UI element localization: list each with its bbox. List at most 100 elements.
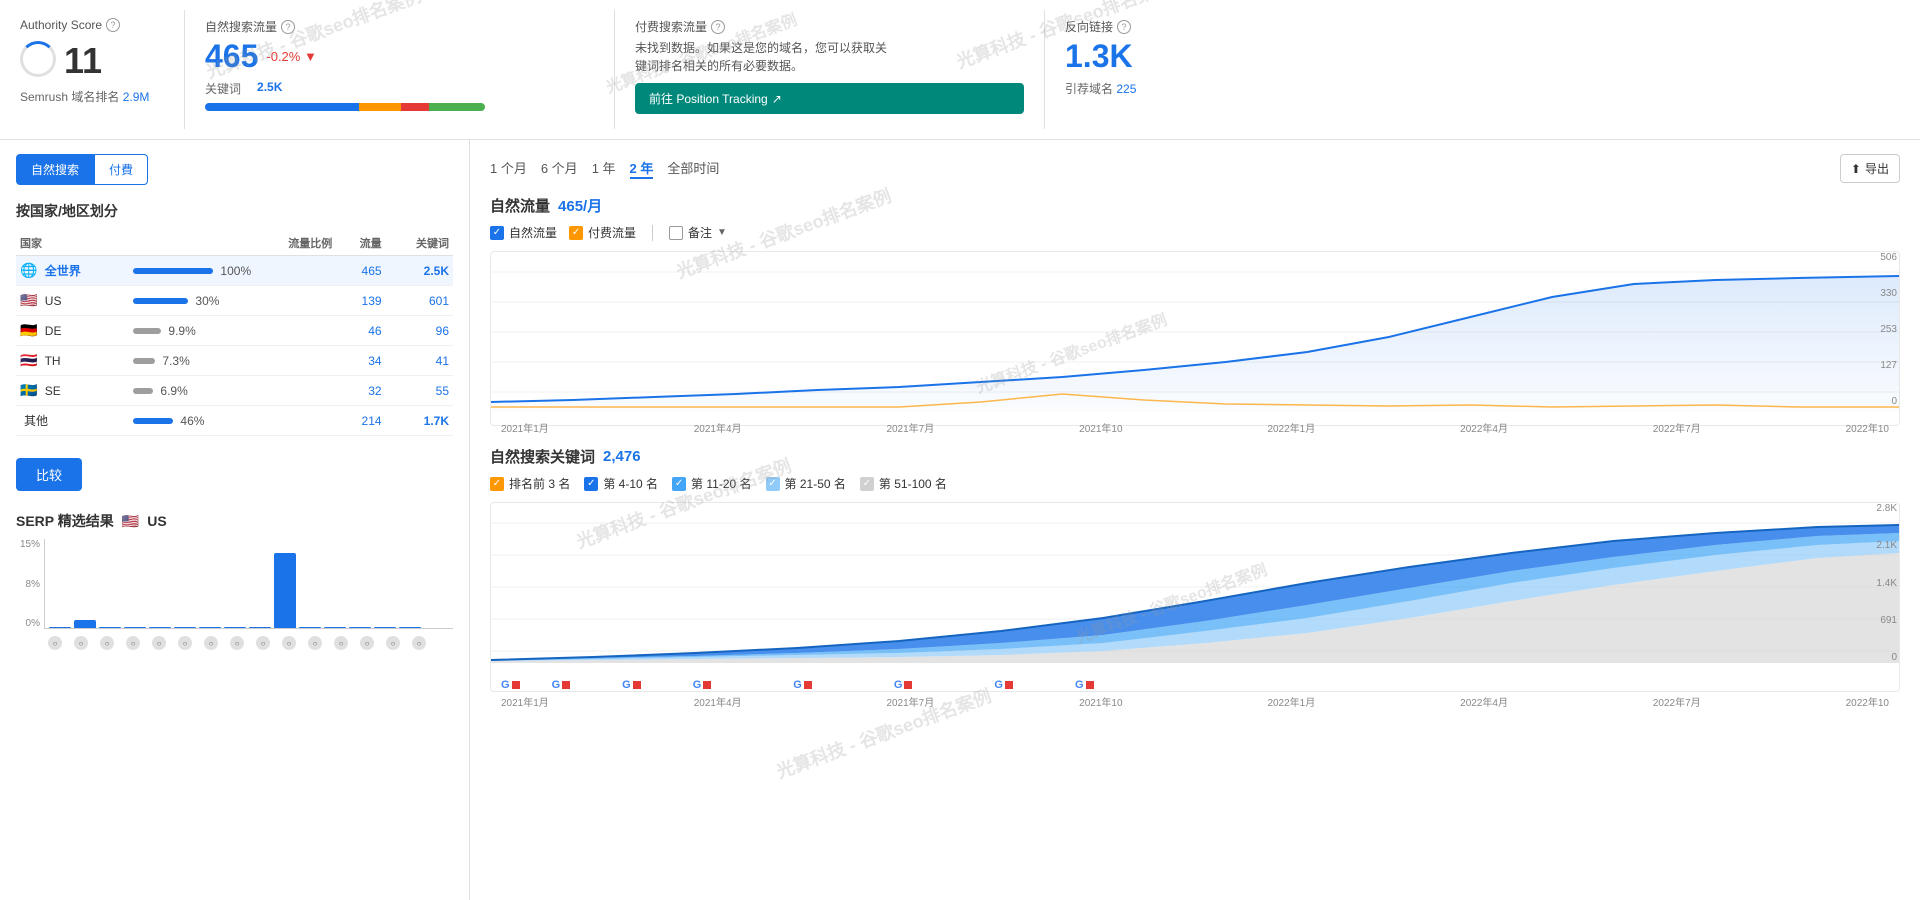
serp-icon: ○	[382, 635, 404, 651]
authority-circle	[20, 41, 56, 77]
metrics-bar: 光算科技 - 谷歌seo排名案例 光算科技 - 谷歌seo排名案例 光算科技 -…	[0, 0, 1920, 140]
legend-51-100-check: ✓	[860, 477, 874, 491]
serp-icon: ○	[278, 635, 300, 651]
tab-paid[interactable]: 付費	[94, 154, 148, 185]
serp-icon: ○	[330, 635, 352, 651]
serp-bar	[349, 627, 371, 628]
time-filter-row: 1 个月 6 个月 1 年 2 年 全部时间 ⬆ 导出	[490, 154, 1900, 183]
serp-icon: ○	[174, 635, 196, 651]
organic-keywords-link[interactable]: 2.5K	[257, 80, 282, 97]
legend-21-50[interactable]: ✓ 第 21-50 名	[766, 475, 846, 492]
legend-11-20-check: ✓	[672, 477, 686, 491]
organic-label: 自然搜索流量 ?	[205, 18, 594, 35]
legend-paid[interactable]: ✓ 付费流量	[569, 224, 636, 241]
time-btn-1m[interactable]: 1 个月	[490, 158, 527, 179]
serp-bars-container: ○○○○○○○○○○○○○○○	[44, 539, 453, 649]
country-table: 国家 流量比例 流量 关键词 🌐 全世界 100% 465 2.5K 🇺🇸	[16, 231, 453, 436]
backlinks-info-icon[interactable]: ?	[1117, 20, 1131, 34]
chart2-x-labels: 2021年1月 2021年4月 2021年7月 2021年10 2022年1月 …	[491, 694, 1899, 713]
organic-progress-bar	[205, 103, 485, 111]
serp-bar	[199, 627, 221, 628]
legend-paid-check: ✓	[569, 226, 583, 240]
time-buttons: 1 个月 6 个月 1 年 2 年 全部时间	[490, 158, 719, 179]
time-btn-all[interactable]: 全部时间	[667, 158, 719, 179]
organic-change: -0.2% ▼	[266, 49, 316, 64]
paid-info-icon[interactable]: ?	[711, 20, 725, 34]
serp-icon: ○	[122, 635, 144, 651]
legend-notes-check	[669, 226, 683, 240]
serp-bar	[74, 620, 96, 628]
legend-21-50-check: ✓	[766, 477, 780, 491]
chart1-section: 自然流量 465/月 ✓ 自然流量 ✓ 付费流量	[490, 195, 1900, 426]
chart2-value: 2,476	[603, 448, 641, 465]
chart2-wrapper: G G G G G G G G	[490, 502, 1900, 692]
serp-bar	[49, 627, 71, 628]
serp-icon: ○	[200, 635, 222, 651]
tab-bar: 自然搜索 付費	[16, 154, 453, 185]
serp-bar	[299, 627, 321, 628]
chart2-svg	[491, 513, 1899, 673]
left-panel: 自然搜索 付費 按国家/地区划分 国家 流量比例 流量 关键词 🌐 全世界	[0, 140, 470, 900]
progress-seg-3	[401, 103, 429, 111]
th-traffic: 流量	[336, 231, 385, 256]
semrush-rank-link[interactable]: 2.9M	[123, 90, 150, 104]
legend-51-100[interactable]: ✓ 第 51-100 名	[860, 475, 947, 492]
serp-bar	[124, 627, 146, 628]
legend-divider	[652, 225, 653, 241]
legend-organic[interactable]: ✓ 自然流量	[490, 224, 557, 241]
backlinks-refdomains: 引荐域名 225	[1065, 80, 1900, 97]
table-row[interactable]: 🇩🇪 DE 9.9% 46 96	[16, 316, 453, 346]
backlinks-label: 反向链接 ?	[1065, 18, 1900, 35]
chart2-bottom: G G G G G G G G	[491, 676, 1899, 713]
ref-domains-link[interactable]: 225	[1116, 82, 1136, 96]
serp-icon: ○	[70, 635, 92, 651]
organic-info-icon[interactable]: ?	[281, 20, 295, 34]
country-section-title: 按国家/地区划分	[16, 201, 453, 221]
compare-button[interactable]: 比较	[16, 458, 82, 491]
table-row[interactable]: 🇹🇭 TH 7.3% 34 41	[16, 346, 453, 376]
authority-info-icon[interactable]: ?	[106, 18, 120, 32]
backlinks-section: 反向链接 ? 1.3K 引荐域名 225	[1045, 10, 1920, 129]
serp-bar	[174, 627, 196, 628]
right-panel: 光算科技 - 谷歌seo排名案例 光算科技 - 谷歌seo排名案例 光算科技 -…	[470, 140, 1920, 900]
chart2-title: 自然搜索关键词 2,476	[490, 446, 1900, 467]
progress-seg-1	[205, 103, 359, 111]
authority-value-row: 11	[20, 40, 164, 82]
serp-bars-area	[44, 539, 453, 629]
legend-4-10[interactable]: ✓ 第 4-10 名	[584, 475, 658, 492]
progress-seg-4	[429, 103, 485, 111]
serp-icons-row: ○○○○○○○○○○○○○○○	[44, 635, 453, 651]
time-btn-6m[interactable]: 6 个月	[541, 158, 578, 179]
tab-organic[interactable]: 自然搜索	[16, 154, 94, 185]
chart1-title: 自然流量 465/月	[490, 195, 1900, 216]
serp-icon: ○	[226, 635, 248, 651]
legend-notes[interactable]: 备注 ▼	[669, 224, 727, 241]
time-btn-1y[interactable]: 1 年	[592, 158, 616, 179]
chart1-x-labels: 2021年1月 2021年4月 2021年7月 2021年10 2022年1月 …	[491, 420, 1899, 439]
table-row[interactable]: 🇸🇪 SE 6.9% 32 55	[16, 376, 453, 406]
time-btn-2y[interactable]: 2 年	[630, 158, 654, 179]
th-traffic-pct: 流量比例	[129, 231, 336, 256]
legend-top3[interactable]: ✓ 排名前 3 名	[490, 475, 570, 492]
th-keywords: 关键词	[386, 231, 453, 256]
th-country: 国家	[16, 231, 129, 256]
table-row[interactable]: 其他 46% 214 1.7K	[16, 406, 453, 436]
position-tracking-button[interactable]: 前往 Position Tracking ↗	[635, 83, 1024, 114]
table-row[interactable]: 🇺🇸 US 30% 139 601	[16, 286, 453, 316]
chart1-y-labels: 506 330 253 127 0	[1880, 252, 1897, 407]
g-icons-row: G G G G G G G G	[491, 676, 1899, 694]
export-button[interactable]: ⬆ 导出	[1840, 154, 1900, 183]
legend-top3-check: ✓	[490, 477, 504, 491]
legend-11-20[interactable]: ✓ 第 11-20 名	[672, 475, 751, 492]
serp-icon: ○	[252, 635, 274, 651]
serp-title: SERP 精选结果 🇺🇸 US	[16, 511, 453, 531]
serp-bar	[399, 627, 421, 628]
chart1-legend: ✓ 自然流量 ✓ 付费流量 备注 ▼	[490, 224, 1900, 241]
organic-stats: 关键词 2.5K	[205, 80, 594, 97]
organic-section: 自然搜索流量 ? 465 -0.2% ▼ 关键词 2.5K	[185, 10, 615, 129]
paid-label: 付费搜索流量 ?	[635, 18, 1024, 35]
chart1-value: 465/月	[558, 195, 602, 216]
serp-bar	[374, 627, 396, 628]
serp-icon: ○	[96, 635, 118, 651]
table-row[interactable]: 🌐 全世界 100% 465 2.5K	[16, 256, 453, 286]
